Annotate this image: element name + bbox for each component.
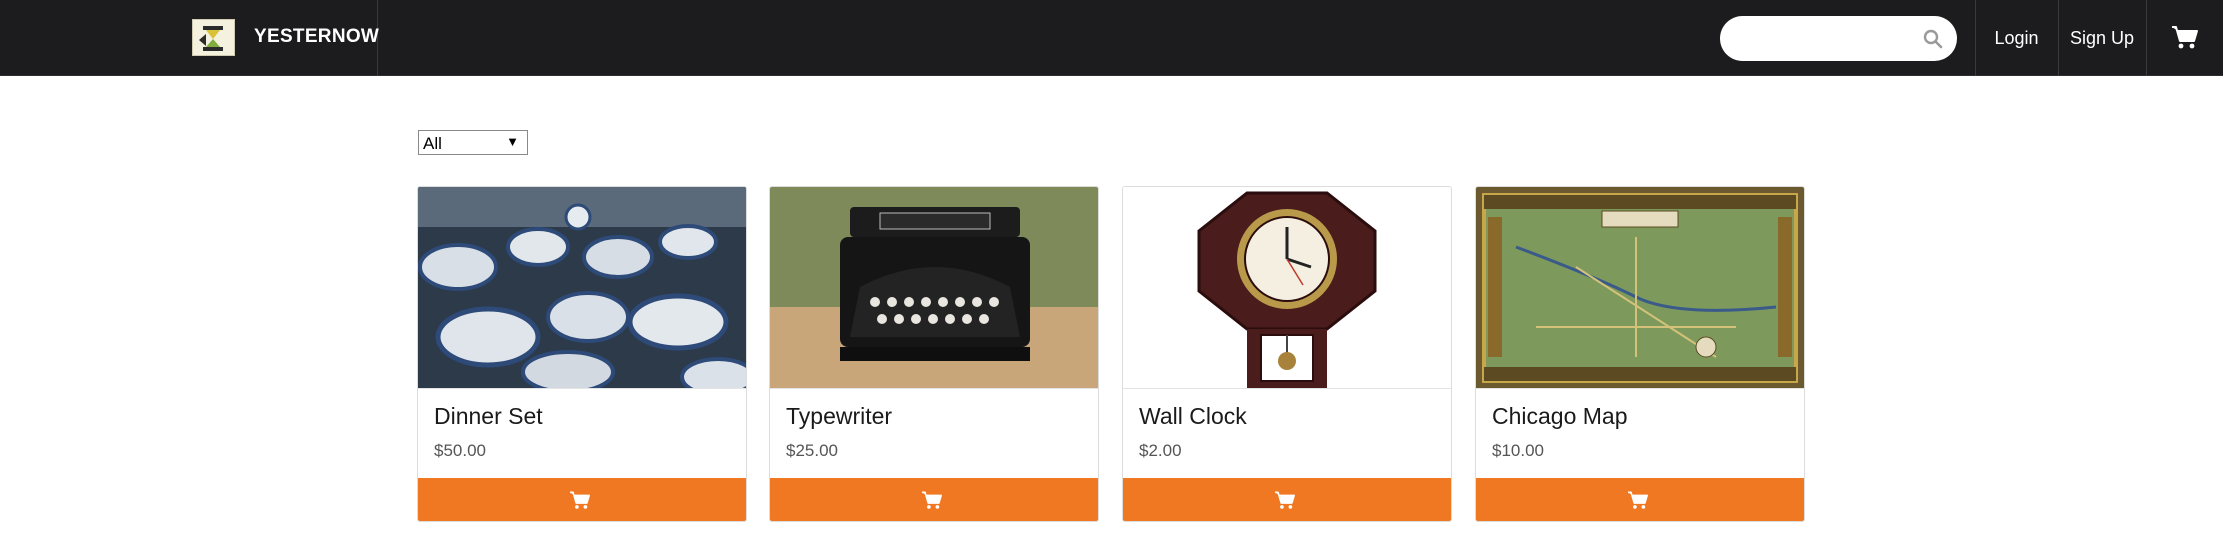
search-box[interactable] [1720,16,1957,61]
product-price: $50.00 [434,441,486,460]
brand-logo [192,19,235,56]
product-title[interactable]: Wall Clock [1139,403,1247,430]
signup-link[interactable]: Sign Up [2058,0,2145,76]
product-title[interactable]: Chicago Map [1492,403,1628,430]
product-image-chicago-map[interactable] [1476,187,1804,389]
product-price: $10.00 [1492,441,1544,460]
cart-icon [1275,491,1295,509]
product-image-dinner-set[interactable] [418,187,746,389]
product-title[interactable]: Dinner Set [434,403,543,430]
cart-icon [2172,26,2198,49]
add-to-cart-button[interactable] [418,478,746,521]
search-icon[interactable] [1923,29,1943,49]
brand-name: YESTERNOW [254,26,380,47]
cart-icon [922,491,942,509]
filter-selected-value: All [423,134,442,153]
login-link[interactable]: Login [1975,0,2057,76]
product-price: $2.00 [1139,441,1182,460]
search-input[interactable] [1738,26,1918,50]
product-card[interactable]: Typewriter $25.00 [769,186,1099,522]
cart-icon [570,491,590,509]
chevron-down-icon: ▼ [506,134,519,149]
product-card[interactable]: Wall Clock $2.00 [1122,186,1452,522]
product-image-wall-clock[interactable] [1123,187,1451,389]
product-price: $25.00 [786,441,838,460]
cart-button[interactable] [2146,0,2223,76]
product-image-typewriter[interactable] [770,187,1098,389]
category-filter-select[interactable]: All ▼ [418,130,528,155]
product-card[interactable]: Dinner Set $50.00 [417,186,747,522]
top-navbar: YESTERNOW Login Sign Up [0,0,2223,76]
product-card[interactable]: Chicago Map $10.00 [1475,186,1805,522]
brand[interactable]: YESTERNOW [0,0,380,76]
add-to-cart-button[interactable] [1123,478,1451,521]
add-to-cart-button[interactable] [1476,478,1804,521]
cart-icon [1628,491,1648,509]
add-to-cart-button[interactable] [770,478,1098,521]
product-title[interactable]: Typewriter [786,403,892,430]
